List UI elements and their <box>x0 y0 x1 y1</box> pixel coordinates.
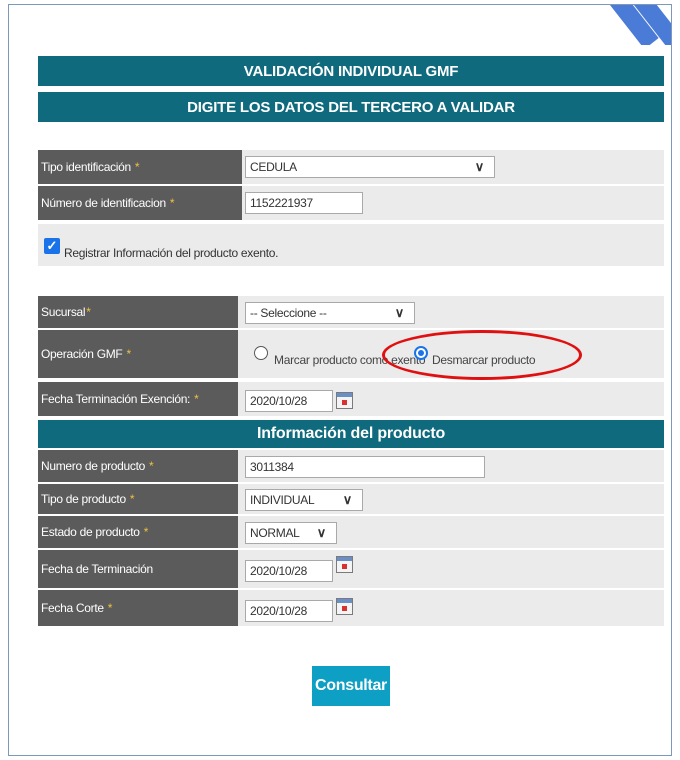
consultar-button[interactable]: Consultar <box>312 666 390 706</box>
corner-decoration <box>551 5 671 45</box>
operacion-gmf-label: Operación GMF * <box>38 330 238 378</box>
row-sucursal: Sucursal * -- Seleccione -- ∨ <box>38 296 664 330</box>
fecha-terminacion-exencion-input[interactable]: 2020/10/28 <box>245 390 333 412</box>
row-estado-producto: Estado de producto * NORMAL ∨ <box>38 516 664 550</box>
row-tipo-identificacion: Tipo identificación * CEDULA ∨ <box>38 150 664 186</box>
chevron-down-icon: ∨ <box>474 159 485 174</box>
row-tipo-producto: Tipo de producto * INDIVIDUAL ∨ <box>38 484 664 516</box>
calendar-icon[interactable] <box>336 556 353 573</box>
row-fecha-terminacion-exencion: Fecha Terminación Exención: * 2020/10/28 <box>38 382 664 418</box>
fecha-terminacion-label: Fecha de Terminación <box>38 550 238 588</box>
tipo-identificacion-label: Tipo identificación * <box>38 150 242 184</box>
numero-identificacion-input[interactable]: 1152221937 <box>245 192 363 214</box>
sucursal-label: Sucursal * <box>38 296 238 328</box>
fecha-corte-label: Fecha Corte * <box>38 590 238 626</box>
row-fecha-terminacion: Fecha de Terminación 2020/10/28 <box>38 550 664 590</box>
row-fecha-corte: Fecha Corte * 2020/10/28 <box>38 590 664 628</box>
row-registrar-producto: ✓ Registrar Información del producto exe… <box>38 224 664 268</box>
row-numero-producto: Numero de producto * 3011384 <box>38 450 664 484</box>
page-title: VALIDACIÓN INDIVIDUAL GMF <box>38 56 664 86</box>
page-subtitle: DIGITE LOS DATOS DEL TERCERO A VALIDAR <box>38 92 664 122</box>
calendar-icon[interactable] <box>336 392 353 409</box>
tipo-producto-label: Tipo de producto * <box>38 484 238 514</box>
registrar-producto-checkbox[interactable]: ✓ <box>44 238 60 254</box>
sucursal-select[interactable]: -- Seleccione -- ∨ <box>245 302 415 324</box>
numero-producto-input[interactable]: 3011384 <box>245 456 485 478</box>
highlight-ellipse <box>382 330 582 380</box>
marcar-exento-radio[interactable] <box>254 346 268 360</box>
fecha-terminacion-exencion-label: Fecha Terminación Exención: * <box>38 382 238 416</box>
numero-identificacion-label: Número de identificacion * <box>38 186 242 220</box>
chevron-down-icon: ∨ <box>342 492 353 507</box>
chevron-down-icon: ∨ <box>316 525 327 540</box>
tipo-producto-select[interactable]: INDIVIDUAL ∨ <box>245 489 363 511</box>
numero-producto-label: Numero de producto * <box>38 450 238 482</box>
product-section-header: Información del producto <box>38 420 664 448</box>
estado-producto-select[interactable]: NORMAL ∨ <box>245 522 337 544</box>
calendar-icon[interactable] <box>336 598 353 615</box>
fecha-terminacion-input[interactable]: 2020/10/28 <box>245 560 333 582</box>
estado-producto-label: Estado de producto * <box>38 516 238 548</box>
chevron-down-icon: ∨ <box>394 305 405 320</box>
row-numero-identificacion: Número de identificacion * 1152221937 <box>38 186 664 222</box>
tipo-identificacion-select[interactable]: CEDULA ∨ <box>245 156 495 178</box>
registrar-producto-label: Registrar Información del producto exent… <box>64 246 279 260</box>
fecha-corte-input[interactable]: 2020/10/28 <box>245 600 333 622</box>
